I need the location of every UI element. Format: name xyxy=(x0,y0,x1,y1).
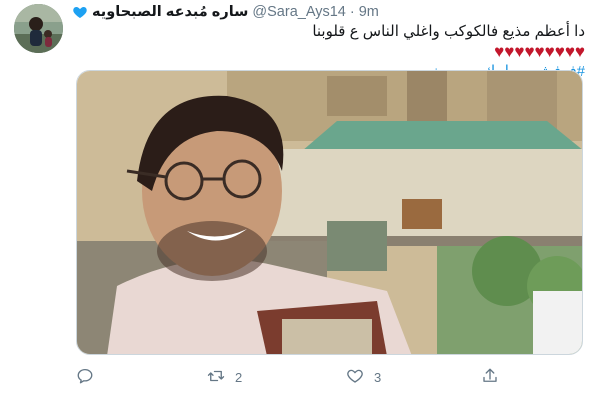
photo-man-smiling xyxy=(77,71,582,354)
separator-dot: · xyxy=(349,4,355,20)
author-display-name[interactable]: ساره مُبدعه الصبحاويه xyxy=(92,4,248,20)
tweet[interactable]: ساره مُبدعه الصبحاويه @Sara_Ays14 · 9m د… xyxy=(0,0,605,403)
hearts-emoji: ♥♥♥♥♥♥♥♥♥ xyxy=(494,42,585,61)
author-handle[interactable]: @Sara_Ays14 xyxy=(252,4,345,20)
tweet-actions: 2 3 xyxy=(76,363,583,391)
share-button[interactable] xyxy=(481,363,509,391)
avatar[interactable] xyxy=(14,4,63,53)
like-count: 3 xyxy=(374,369,382,385)
tweet-timestamp[interactable]: 9m xyxy=(359,4,379,20)
tweet-text-line: دا أعظم مذيع فالكوكب واغلي الناس ع قلوبن… xyxy=(312,23,585,40)
tweet-header: ساره مُبدعه الصبحاويه @Sara_Ays14 · 9m xyxy=(72,3,379,21)
like-icon xyxy=(346,367,364,388)
tweet-media-photo[interactable] xyxy=(76,70,583,355)
retweet-icon xyxy=(207,367,225,388)
retweet-count: 2 xyxy=(235,369,243,385)
blue-heart-icon xyxy=(72,4,88,20)
retweet-button[interactable]: 2 xyxy=(207,363,242,391)
reply-icon xyxy=(76,367,94,388)
reply-button[interactable] xyxy=(76,363,104,391)
share-icon xyxy=(481,367,499,388)
like-button[interactable]: 3 xyxy=(346,363,381,391)
